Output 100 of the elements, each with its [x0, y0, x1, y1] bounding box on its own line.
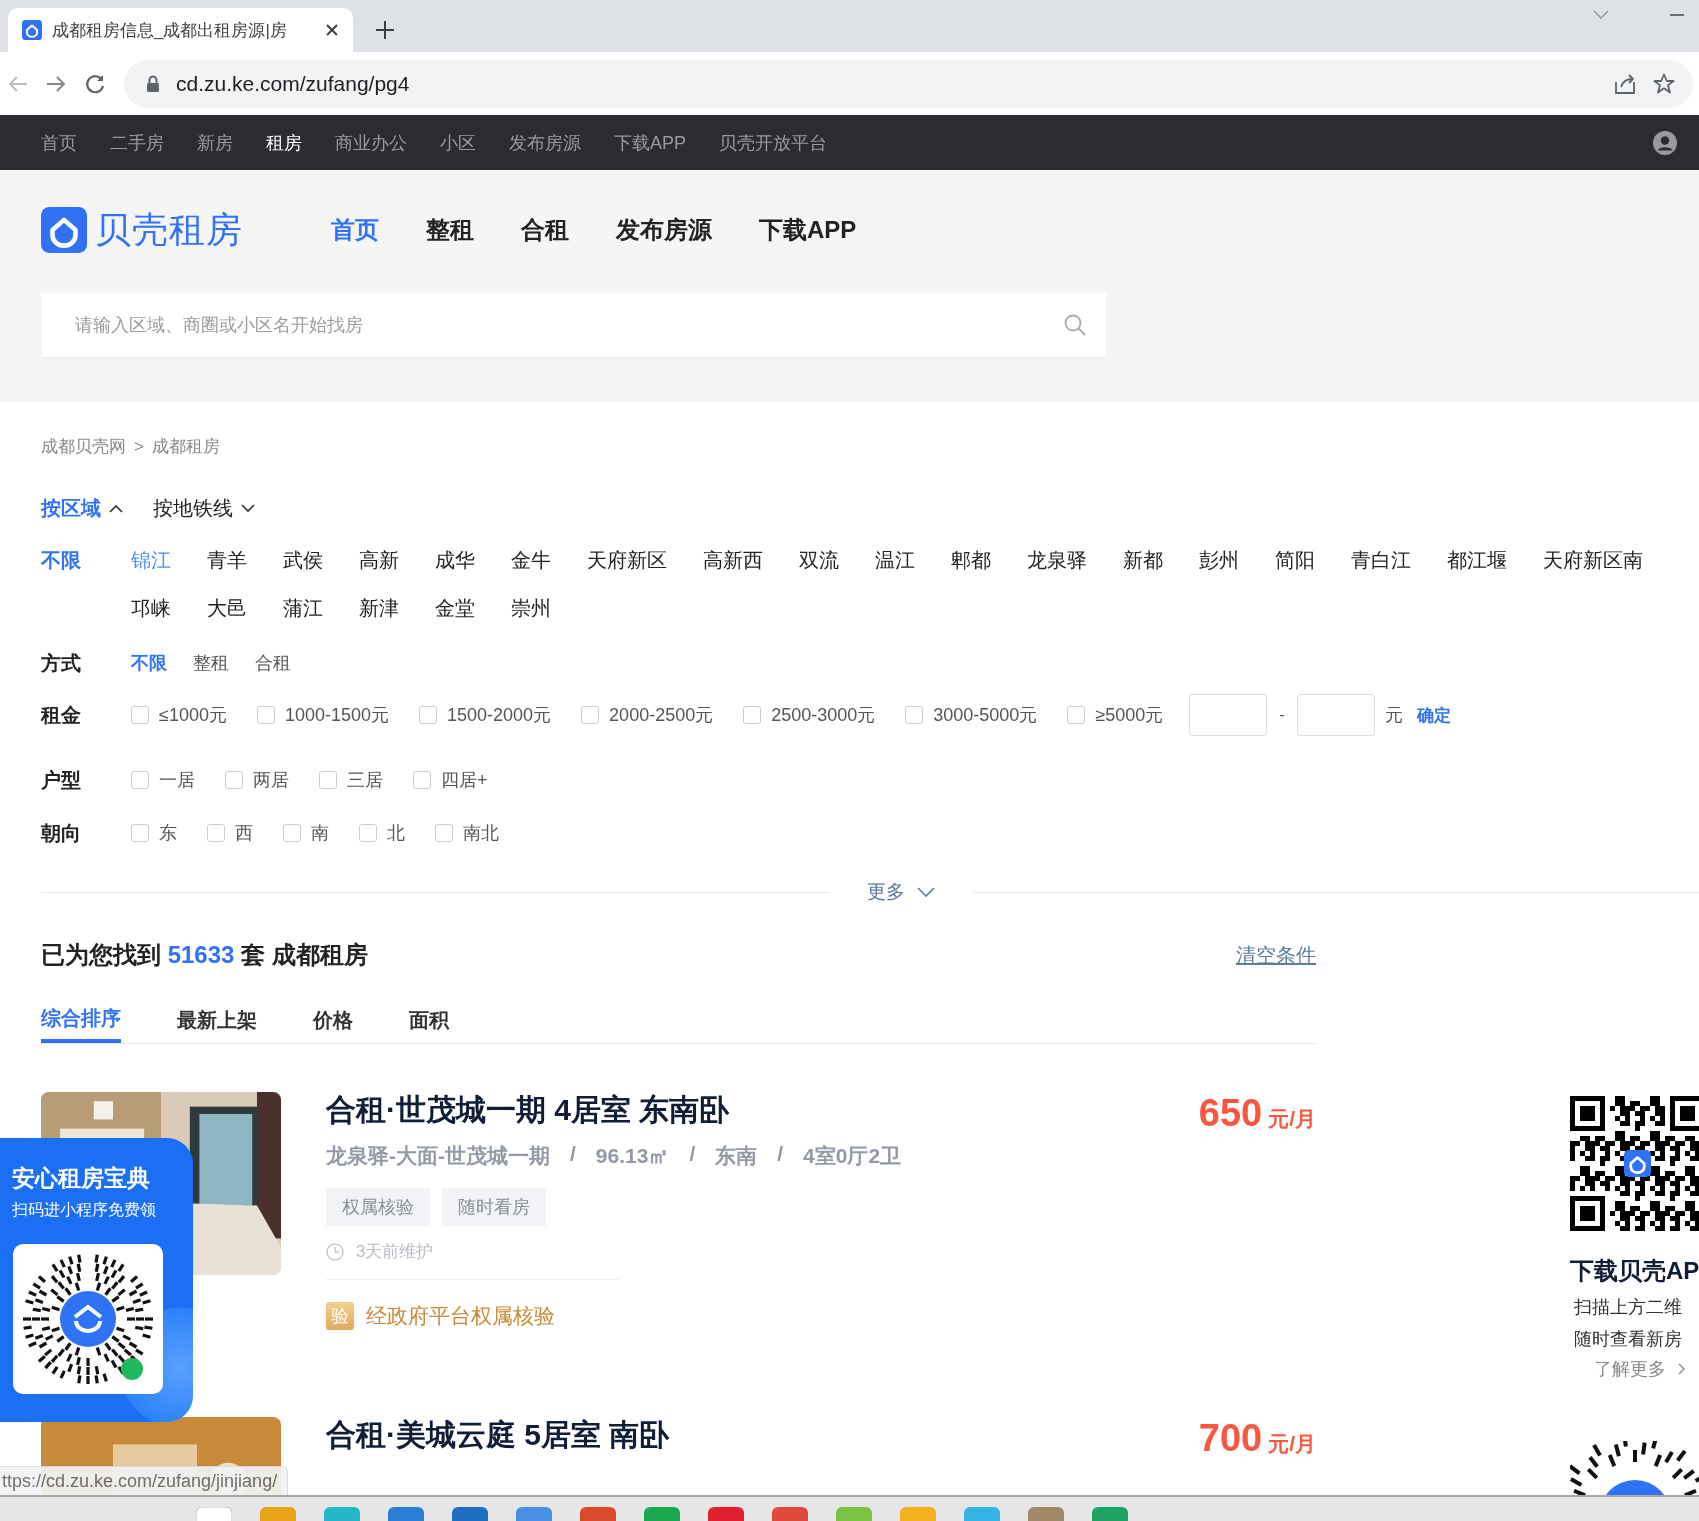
filter-option[interactable]: 天府新区	[587, 546, 667, 574]
checkbox[interactable]	[435, 824, 453, 842]
filter-mode-tab[interactable]: 按区域	[41, 494, 123, 522]
checkbox[interactable]	[131, 771, 149, 789]
filter-option[interactable]: 新都	[1123, 546, 1163, 574]
listing-title[interactable]: 合租·世茂城一期 4居室 东南卧	[326, 1093, 730, 1126]
checkbox[interactable]	[581, 706, 600, 724]
checkbox[interactable]	[131, 706, 149, 724]
filter-option[interactable]: 合租	[255, 651, 291, 675]
sort-tab[interactable]: 价格	[313, 997, 353, 1043]
nav-link[interactable]: 发布房源	[616, 214, 712, 246]
taskbar-app-icon[interactable]	[1092, 1507, 1128, 1521]
search-field[interactable]: 请输入区域、商圈或小区名开始找房	[41, 293, 1106, 357]
taskbar-app-icon[interactable]	[836, 1507, 872, 1521]
nav-link[interactable]: 合租	[521, 214, 569, 246]
nav-link[interactable]: 首页	[41, 130, 77, 155]
taskbar-app-icon[interactable]	[516, 1507, 552, 1521]
filter-option[interactable]: 龙泉驿	[1027, 546, 1087, 574]
chevron-up-icon[interactable]	[109, 503, 123, 513]
filter-option[interactable]: 金牛	[511, 546, 551, 574]
price-max-field[interactable]	[1296, 694, 1375, 736]
filter-option[interactable]: 郫都	[951, 546, 991, 574]
breadcrumb-link[interactable]: 成都贝壳网	[41, 437, 126, 457]
filter-option[interactable]: 崇州	[511, 594, 551, 622]
filter-option[interactable]: 大邑	[207, 594, 247, 622]
checkbox[interactable]	[256, 706, 275, 724]
filter-option[interactable]: 高新西	[703, 546, 763, 574]
checkbox[interactable]	[413, 771, 431, 789]
checkbox[interactable]	[1067, 706, 1086, 724]
nav-link[interactable]: 发布房源	[509, 130, 581, 155]
filter-option[interactable]: 彭州	[1199, 546, 1239, 574]
taskbar-app-icon[interactable]	[580, 1507, 616, 1521]
filter-option[interactable]: 简阳	[1275, 546, 1315, 574]
filter-option[interactable]: 蒲江	[283, 594, 323, 622]
user-icon[interactable]	[1653, 131, 1677, 155]
filter-option[interactable]: 金堂	[435, 594, 475, 622]
checkbox[interactable]	[283, 824, 301, 842]
filter-option[interactable]: 温江	[875, 546, 915, 574]
reload-icon[interactable]	[84, 72, 106, 95]
checkbox[interactable]	[359, 824, 377, 842]
filter-option[interactable]: 天府新区南	[1543, 546, 1643, 574]
filter-option[interactable]: 成华	[435, 546, 475, 574]
more-button[interactable]: 更多	[867, 879, 935, 905]
clear-filters-link[interactable]: 清空条件	[1236, 941, 1316, 969]
share-icon[interactable]	[1615, 73, 1637, 94]
filter-option[interactable]: 都江堰	[1447, 546, 1507, 574]
taskbar-app-icon[interactable]	[388, 1507, 424, 1521]
checkbox[interactable]	[207, 824, 225, 842]
filter-option[interactable]: 武侯	[283, 546, 323, 574]
search-icon[interactable]	[1064, 314, 1086, 336]
nav-link[interactable]: 商业办公	[335, 130, 407, 155]
filter-option[interactable]: 邛崃	[131, 594, 171, 622]
filter-option[interactable]: 新津	[359, 594, 399, 622]
taskbar-app-icon[interactable]	[964, 1507, 1000, 1521]
sort-tab[interactable]: 综合排序	[41, 997, 121, 1043]
browser-tab[interactable]: 成都租房信息_成都出租房源|房	[8, 8, 353, 52]
nav-link[interactable]: 下载APP	[759, 214, 857, 246]
taskbar-app-icon[interactable]	[1028, 1507, 1064, 1521]
checkbox[interactable]	[905, 706, 924, 724]
filter-option[interactable]: 青羊	[207, 546, 247, 574]
filter-option[interactable]: 不限	[41, 546, 131, 622]
taskbar-app-icon[interactable]	[260, 1507, 296, 1521]
nav-link[interactable]: 整租	[426, 214, 474, 246]
price-min-field[interactable]	[1189, 694, 1268, 736]
confirm-button[interactable]: 确定	[1416, 703, 1451, 727]
breadcrumb-link[interactable]: 成都租房	[151, 437, 220, 457]
checkbox[interactable]	[319, 771, 337, 789]
nav-link[interactable]: 二手房	[110, 130, 164, 155]
nav-link[interactable]: 贝壳开放平台	[719, 130, 828, 155]
back-icon[interactable]	[8, 73, 28, 94]
new-tab-icon[interactable]	[375, 20, 395, 40]
taskbar-app-icon[interactable]	[708, 1507, 744, 1521]
nav-link[interactable]: 首页	[331, 214, 379, 246]
taskbar-app-icon[interactable]	[900, 1507, 936, 1521]
filter-option[interactable]: 青白江	[1351, 546, 1411, 574]
promo-card[interactable]: 安心租房宝典 扫码进小程序免费领	[0, 1138, 193, 1422]
taskbar-app-icon[interactable]	[324, 1507, 360, 1521]
forward-icon[interactable]	[46, 73, 66, 94]
filter-option[interactable]: 高新	[359, 546, 399, 574]
nav-link[interactable]: 下载APP	[614, 130, 687, 155]
nav-link[interactable]: 新房	[197, 130, 233, 155]
checkbox[interactable]	[419, 706, 437, 724]
taskbar-app-icon[interactable]	[196, 1507, 232, 1521]
sort-tab[interactable]: 面积	[409, 997, 449, 1043]
close-icon[interactable]	[325, 23, 339, 37]
chevron-down-icon[interactable]	[241, 503, 255, 513]
filter-option[interactable]: 不限	[131, 651, 167, 675]
address-bar[interactable]: cd.zu.ke.com/zufang/pg4	[124, 59, 1693, 108]
filter-option[interactable]: 双流	[799, 546, 839, 574]
learn-more-link[interactable]: 了解更多	[1594, 1357, 1699, 1381]
sort-tab[interactable]: 最新上架	[177, 997, 257, 1043]
filter-mode-tab[interactable]: 按地铁线	[153, 494, 255, 522]
nav-link[interactable]: 租房	[266, 130, 302, 155]
nav-link[interactable]: 小区	[440, 130, 476, 155]
checkbox[interactable]	[743, 706, 762, 724]
taskbar-app-icon[interactable]	[452, 1507, 488, 1521]
listing-title[interactable]: 合租·美城云庭 5居室 南卧	[326, 1418, 670, 1451]
logo-text[interactable]: 贝壳租房	[95, 205, 243, 255]
checkbox[interactable]	[225, 771, 243, 789]
taskbar-app-icon[interactable]	[644, 1507, 680, 1521]
